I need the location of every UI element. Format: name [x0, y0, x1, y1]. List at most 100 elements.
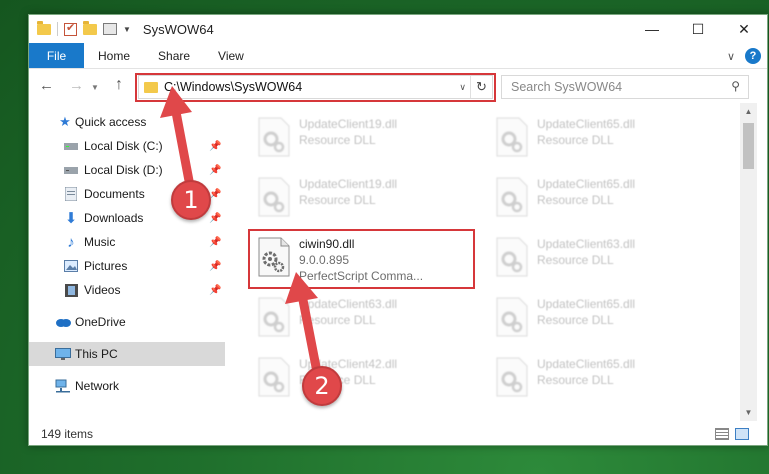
- tiles-view-icon[interactable]: [735, 428, 749, 440]
- downloads-icon: ⬇: [64, 210, 78, 227]
- file-item[interactable]: UpdateClient19.dll Resource DLL: [251, 173, 481, 225]
- annotation-highlight-address: [135, 73, 496, 102]
- new-folder-icon[interactable]: [83, 20, 97, 35]
- file-name: UpdateClient19.dll: [299, 117, 398, 131]
- drive-icon: [63, 138, 79, 154]
- ribbon-tabs: File Home Share View ∨ ?: [29, 43, 767, 69]
- recent-locations-chevron-icon[interactable]: ▼: [91, 83, 99, 92]
- dll-file-icon: [496, 297, 528, 337]
- back-arrow-icon[interactable]: ←: [39, 77, 54, 94]
- file-item[interactable]: UpdateClient42.dll Resource DLL: [251, 353, 481, 405]
- file-item[interactable]: UpdateClient65.dll Resource DLL: [489, 113, 719, 165]
- close-button[interactable]: ✕: [721, 15, 767, 43]
- network-icon: [55, 378, 71, 394]
- file-description: Resource DLL: [537, 193, 614, 207]
- window-controls: — ☐ ✕: [629, 15, 767, 43]
- item-count: 149 items: [41, 427, 94, 441]
- scroll-down-icon[interactable]: ▼: [740, 404, 757, 421]
- chevron-down-icon[interactable]: ∨: [727, 50, 735, 63]
- search-input[interactable]: Search SysWOW64 ⚲: [501, 75, 749, 99]
- file-description: Resource DLL: [299, 133, 376, 147]
- file-item[interactable]: UpdateClient65.dll Resource DLL: [489, 173, 719, 225]
- view-switcher: [715, 428, 749, 440]
- sidebar-item-onedrive[interactable]: OneDrive: [29, 311, 225, 333]
- sidebar-item-this-pc[interactable]: This PC: [29, 342, 225, 366]
- help-icon[interactable]: ?: [745, 48, 761, 64]
- sidebar-item-label: Downloads: [84, 211, 144, 225]
- file-description: Resource DLL: [537, 313, 614, 327]
- up-arrow-icon[interactable]: ↑: [115, 76, 123, 94]
- dll-file-icon: [496, 237, 528, 277]
- dll-file-icon: [258, 357, 290, 397]
- file-description: Resource DLL: [537, 373, 614, 387]
- file-item[interactable]: UpdateClient63.dll Resource DLL: [489, 233, 719, 285]
- chevron-down-icon[interactable]: ▼: [123, 25, 131, 34]
- sidebar-item-videos[interactable]: Videos 📌: [29, 279, 225, 301]
- sidebar-item-label: Network: [75, 379, 120, 393]
- pin-icon[interactable]: 📌: [209, 285, 221, 296]
- scroll-up-icon[interactable]: ▲: [740, 103, 757, 120]
- vertical-scrollbar[interactable]: ▲ ▼: [740, 103, 757, 421]
- pin-icon[interactable]: 📌: [209, 165, 221, 176]
- sidebar-item-local-disk-d[interactable]: Local Disk (D:) 📌: [29, 159, 225, 181]
- pin-icon[interactable]: 📌: [209, 141, 221, 152]
- file-item[interactable]: UpdateClient65.dll Resource DLL: [489, 293, 719, 345]
- file-description: Resource DLL: [299, 313, 376, 327]
- file-name: UpdateClient65.dll: [537, 297, 636, 311]
- file-name: UpdateClient65.dll: [537, 177, 636, 191]
- properties-check-icon[interactable]: [64, 21, 77, 36]
- cloud-icon: [55, 314, 71, 330]
- dll-file-icon: [496, 177, 528, 217]
- dll-file-icon: [496, 357, 528, 397]
- sidebar-item-label: Quick access: [75, 115, 147, 129]
- minimize-button[interactable]: —: [629, 15, 675, 43]
- pin-icon[interactable]: 📌: [209, 213, 221, 224]
- tab-file[interactable]: File: [29, 43, 84, 68]
- details-view-icon[interactable]: [715, 428, 729, 440]
- sidebar-item-pictures[interactable]: Pictures 📌: [29, 255, 225, 277]
- dll-file-icon: [258, 117, 290, 157]
- ribbon-right-controls: ∨ ?: [727, 48, 761, 64]
- file-name: UpdateClient63.dll: [537, 237, 636, 251]
- file-item[interactable]: UpdateClient19.dll Resource DLL: [251, 113, 481, 165]
- customize-icon[interactable]: [103, 23, 117, 35]
- tab-share[interactable]: Share: [144, 43, 204, 68]
- file-description: Resource DLL: [299, 193, 376, 207]
- toolbar-divider: [57, 22, 58, 36]
- status-bar: 149 items: [29, 423, 767, 445]
- sidebar-item-quick-access[interactable]: ★ Quick access: [29, 111, 225, 133]
- sidebar-item-local-disk-c[interactable]: Local Disk (C:) 📌: [29, 135, 225, 157]
- folder-icon: [37, 20, 51, 35]
- dll-file-icon: [496, 117, 528, 157]
- pin-icon[interactable]: 📌: [209, 261, 221, 272]
- sidebar-item-network[interactable]: Network: [29, 375, 225, 397]
- forward-arrow-icon[interactable]: →: [69, 77, 84, 94]
- step-badge-2: 2: [302, 366, 342, 406]
- search-icon[interactable]: ⚲: [731, 79, 740, 93]
- sidebar-item-label: This PC: [75, 347, 118, 361]
- navigation-pane: ★ Quick access Local Disk (C:) 📌 Local D…: [29, 111, 225, 411]
- pin-icon[interactable]: 📌: [209, 237, 221, 248]
- sidebar-item-label: Documents: [84, 187, 145, 201]
- sidebar-item-label: Videos: [84, 283, 121, 297]
- dll-file-icon: [258, 177, 290, 217]
- sidebar-item-music[interactable]: ♪ Music 📌: [29, 231, 225, 253]
- pictures-icon: [63, 258, 79, 274]
- file-item[interactable]: UpdateClient65.dll Resource DLL: [489, 353, 719, 405]
- file-item[interactable]: UpdateClient63.dll Resource DLL: [251, 293, 481, 345]
- navigation-bar: ← → ▼ ↑ C:\Windows\SysWOW64 ∨ ↻ Search S…: [29, 73, 767, 103]
- sidebar-item-label: Local Disk (C:): [84, 139, 163, 153]
- star-icon: ★: [59, 114, 71, 129]
- maximize-button[interactable]: ☐: [675, 15, 721, 43]
- file-name: UpdateClient65.dll: [537, 117, 636, 131]
- dll-file-icon: [258, 297, 290, 337]
- tab-view[interactable]: View: [204, 43, 258, 68]
- quick-access-toolbar: ▼: [29, 20, 131, 36]
- tab-home[interactable]: Home: [84, 43, 144, 68]
- scrollbar-thumb[interactable]: [743, 123, 754, 169]
- videos-icon: [63, 282, 79, 298]
- window-title: SysWOW64: [142, 21, 214, 37]
- sidebar-item-label: Local Disk (D:): [84, 163, 163, 177]
- step-badge-1: 1: [171, 180, 211, 220]
- file-name: UpdateClient65.dll: [537, 357, 636, 371]
